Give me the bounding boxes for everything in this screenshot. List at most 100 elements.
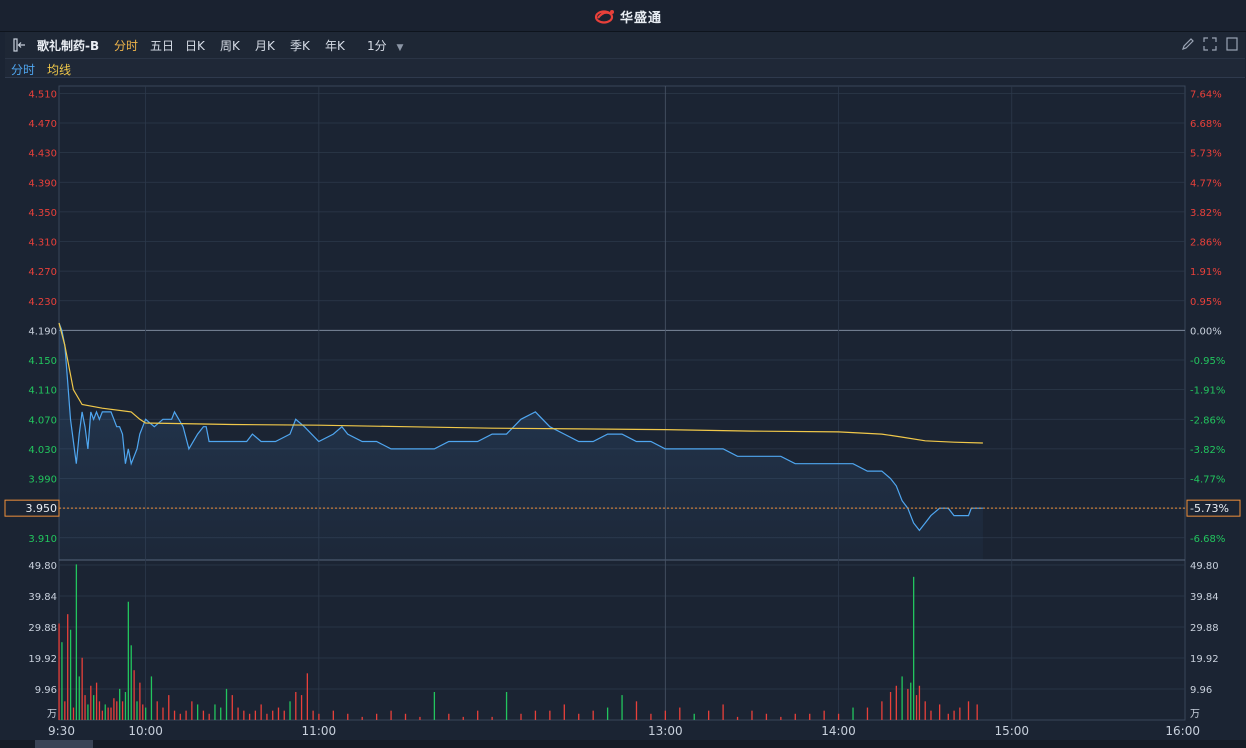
volume-bar	[156, 701, 158, 720]
price-tick-label: 3.910	[28, 534, 57, 545]
window-icon[interactable]	[1225, 37, 1239, 51]
tab-yearly-k[interactable]: 年K	[325, 37, 345, 54]
volume-bar	[104, 704, 106, 720]
price-tick-label: 4.390	[28, 178, 57, 189]
pct-tick-label: 6.68%	[1190, 119, 1222, 130]
legend-price: 分时	[11, 63, 36, 77]
volume-bar	[220, 707, 222, 720]
volume-bar	[477, 710, 479, 720]
volume-bar	[119, 688, 121, 720]
volume-bar	[592, 710, 594, 720]
pct-tick-label: 2.86%	[1190, 238, 1222, 249]
volume-tick-label-right: 39.84	[1190, 592, 1219, 603]
volume-bar	[127, 601, 129, 720]
pencil-icon[interactable]	[1181, 37, 1195, 51]
pct-tick-label: -1.91%	[1190, 386, 1225, 397]
tab-five-day[interactable]: 五日	[150, 37, 174, 54]
brand-logo-icon	[594, 10, 614, 24]
price-tick-label: 4.190	[28, 326, 57, 337]
volume-bar	[231, 695, 233, 720]
volume-bar	[947, 713, 949, 720]
volume-bar	[136, 701, 138, 720]
volume-bar	[67, 614, 69, 720]
volume-bar	[823, 710, 825, 720]
volume-bar	[780, 716, 782, 720]
price-tick-label: 4.430	[28, 149, 57, 160]
tab-intraday[interactable]: 分时	[114, 37, 138, 54]
volume-bar	[300, 695, 303, 720]
price-area	[59, 323, 983, 560]
time-tick-label: 14:00	[821, 724, 856, 738]
volume-bar	[116, 701, 118, 720]
volume-bar	[621, 695, 623, 720]
volume-bar	[708, 710, 710, 720]
fullscreen-icon[interactable]	[1203, 37, 1217, 51]
volume-bar	[81, 657, 83, 720]
volume-bar	[289, 701, 291, 720]
volume-bar	[390, 710, 392, 720]
volume-tick-label-right: 49.80	[1190, 561, 1219, 572]
axis-labels: 4.510 7.64% 4.470 6.68% 4.430 5.73% 4.390 4.77%…	[4, 89, 1241, 738]
volume-bar	[794, 713, 796, 720]
volume-tick-label: 49.80	[28, 561, 57, 572]
volume-bar	[168, 695, 170, 720]
volume-bars	[58, 564, 978, 720]
volume-bar	[924, 701, 926, 720]
interval-select[interactable]: 1分 ▼	[367, 37, 403, 54]
current-price-label: 3.950	[26, 502, 58, 515]
stock-name: 歌礼制药-B	[37, 39, 100, 53]
bottom-tab[interactable]	[35, 740, 93, 748]
chart-legend: 分时 均线	[5, 59, 1245, 78]
brand-name: 华盛通	[620, 10, 663, 26]
volume-bar	[505, 691, 508, 720]
volume-bar	[852, 707, 854, 720]
price-tick-label: 4.150	[28, 356, 57, 367]
volume-bar	[462, 716, 464, 720]
collapse-panel-icon[interactable]	[13, 38, 27, 52]
volume-bar	[202, 710, 205, 720]
tab-monthly-k[interactable]: 月K	[255, 37, 275, 54]
volume-bar	[866, 707, 869, 720]
volume-bar	[722, 704, 724, 720]
volume-bar	[243, 710, 245, 720]
brand: 华盛通	[594, 6, 662, 26]
price-tick-label: 3.990	[28, 475, 57, 486]
legend-average: 均线	[47, 63, 72, 77]
price-tick-label: 4.270	[28, 267, 57, 278]
volume-bar	[953, 710, 955, 720]
volume-bar	[260, 704, 262, 720]
pct-tick-label: 0.95%	[1190, 297, 1222, 308]
volume-bar	[84, 695, 86, 720]
price-lines	[58, 322, 1185, 560]
volume-bar	[58, 623, 60, 720]
volume-bar	[809, 713, 811, 720]
volume-bar	[162, 707, 164, 720]
volume-bar	[101, 710, 104, 720]
volume-bar	[72, 707, 75, 720]
volume-bar	[837, 713, 840, 720]
volume-bar	[901, 676, 903, 720]
volume-bar	[433, 691, 436, 720]
volume-tick-label: 29.88	[28, 623, 57, 634]
tab-daily-k[interactable]: 日K	[185, 37, 205, 54]
volume-bar	[635, 701, 638, 720]
volume-bar	[254, 710, 257, 720]
pct-tick-label: -0.95%	[1190, 356, 1225, 367]
toolbar-actions	[1181, 37, 1239, 51]
tab-quarterly-k[interactable]: 季K	[290, 37, 310, 54]
pct-tick-label: -4.77%	[1190, 475, 1225, 486]
volume-bar	[563, 704, 565, 720]
volume-bar	[895, 685, 897, 720]
price-tick-label: 4.350	[28, 208, 57, 219]
volume-bar	[124, 691, 127, 720]
plot-frame	[58, 85, 1186, 721]
volume-bar	[889, 691, 892, 720]
volume-bar	[272, 710, 274, 720]
volume-bar	[90, 685, 92, 720]
volume-bar	[907, 688, 909, 720]
volume-bar	[967, 701, 970, 720]
volume-bar	[283, 710, 285, 720]
bottom-strip	[0, 740, 1246, 748]
tab-weekly-k[interactable]: 周K	[220, 37, 240, 54]
chart-toolbar: 歌礼制药-B 分时 五日 日K 周K 月K 季K 年K 1分 ▼	[5, 32, 1245, 59]
